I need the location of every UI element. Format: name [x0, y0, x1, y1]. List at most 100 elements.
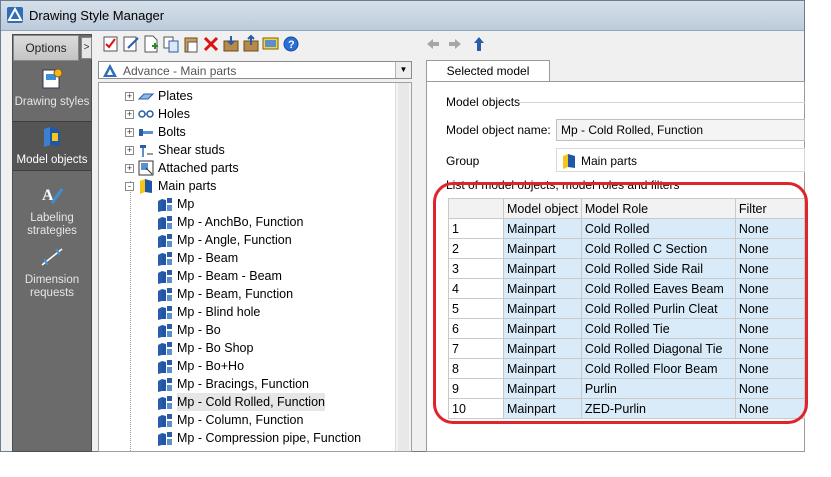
main-parts-icon — [140, 179, 152, 194]
model-part-icon — [158, 306, 172, 320]
tree-item-label: Mp - AnchBo, Function — [177, 215, 304, 229]
tree-item[interactable]: + Bolts — [125, 123, 399, 141]
group-value: Main parts — [581, 154, 638, 168]
model-part-icon — [158, 432, 172, 446]
copy-icon[interactable] — [162, 35, 180, 53]
tree-guide-line — [130, 181, 131, 451]
tree-item-label: Main parts — [158, 179, 217, 193]
shear-stud-icon — [140, 145, 153, 157]
tree-item-label: Mp - Bo Shop — [177, 341, 254, 355]
drawing-styles-icon — [42, 68, 63, 89]
tree-expander-icon[interactable]: + — [125, 92, 134, 101]
tree-item[interactable]: + Plates — [125, 87, 399, 105]
forward-arrow-icon[interactable] — [446, 35, 464, 53]
sidebar-item-model-objects[interactable]: Model objects — [13, 121, 91, 171]
window-title: Drawing Style Manager — [29, 8, 165, 23]
tree-item-label: Mp - Compression pipe, Function — [177, 431, 362, 445]
model-part-icon — [158, 324, 172, 338]
export-icon[interactable] — [242, 35, 260, 53]
group-field[interactable]: Main parts — [556, 148, 805, 172]
tree-item[interactable]: Mp - AnchBo, Function — [143, 213, 399, 231]
tree-item[interactable]: Mp - Beam — [143, 249, 399, 267]
tree-expander-icon[interactable]: - — [125, 182, 134, 191]
title-bar[interactable]: Drawing Style Manager — [1, 1, 804, 31]
model-part-icon — [158, 270, 172, 284]
sidebar-item-labeling-strategies[interactable]: A Labeling strategies — [13, 183, 91, 241]
tree-expander-icon[interactable]: + — [125, 110, 134, 119]
tree-item[interactable]: Mp - Blind hole — [143, 303, 399, 321]
group-divider — [518, 102, 805, 103]
tree-item-label: Mp - Bo — [177, 323, 221, 337]
model-objects-icon — [44, 127, 60, 147]
tree-item-label: Mp - Blind hole — [177, 305, 261, 319]
sidebar-item-drawing-styles[interactable]: Drawing styles — [13, 65, 91, 117]
options-button[interactable]: Options — [13, 35, 79, 61]
model-part-icon — [158, 252, 172, 266]
back-arrow-icon[interactable] — [424, 35, 442, 53]
tree-item[interactable]: Mp - Angle, Function — [143, 231, 399, 249]
tree-item-label: Mp - Column, Function — [177, 413, 304, 427]
tree-item-label: Mp - Bracings, Function — [177, 377, 309, 391]
tree-item[interactable]: Mp - Column, Function — [143, 411, 399, 429]
tree-item-label: Mp - Bo+Ho — [177, 359, 245, 373]
tree-item[interactable]: + Attached parts — [125, 159, 399, 177]
chevron-down-icon[interactable]: ▼ — [395, 62, 411, 78]
tree-item[interactable]: Mp - Bo+Ho — [143, 357, 399, 375]
tree-expander-icon[interactable]: + — [125, 164, 134, 173]
main-toolbar: ? — [96, 32, 416, 56]
drawing-style-select[interactable]: Advance - Main parts ▼ — [98, 61, 412, 79]
scrollbar-thumb[interactable] — [398, 83, 409, 451]
new-icon[interactable] — [142, 35, 160, 53]
check-icon[interactable] — [102, 35, 120, 53]
tree-item[interactable]: Mp - Beam - Beam — [143, 267, 399, 285]
tree-item-label: Attached parts — [158, 161, 239, 175]
paste-icon[interactable] — [182, 35, 200, 53]
options-expand-button[interactable]: > — [81, 37, 92, 59]
holes-icon — [138, 110, 154, 118]
tree-item-label: Mp — [177, 197, 195, 211]
delete-icon[interactable] — [202, 35, 220, 53]
group-label: Group — [446, 154, 480, 168]
tree-item[interactable]: Mp - Cold Rolled, Function — [143, 393, 399, 411]
group-title: Model objects — [446, 95, 521, 109]
tab-selected-model-objects[interactable]: Selected model objects — [426, 60, 550, 99]
drawing-style-select-value: Advance - Main parts — [123, 64, 237, 78]
plate-icon — [138, 93, 154, 100]
tree-expander-icon[interactable]: + — [125, 146, 134, 155]
tree-scrollbar[interactable] — [395, 83, 411, 451]
navigation-toolbar — [424, 32, 494, 56]
model-part-icon — [158, 414, 172, 428]
tree-item[interactable]: Mp - Bo — [143, 321, 399, 339]
up-arrow-icon[interactable] — [470, 35, 488, 53]
tree-item[interactable]: Mp - Beam, Function — [143, 285, 399, 303]
tree-item-label: Shear studs — [158, 143, 225, 157]
model-object-name-label: Model object name: — [446, 123, 551, 137]
model-part-icon — [158, 216, 172, 230]
sidebar-item-label: Model objects — [16, 154, 88, 166]
edit-icon[interactable] — [122, 35, 140, 53]
tree-item[interactable]: Mp - Bracings, Function — [143, 375, 399, 393]
tree-item[interactable]: - Main parts — [125, 177, 399, 195]
tree-item[interactable]: + Shear studs — [125, 141, 399, 159]
sidebar-item-label: Drawing styles — [14, 96, 90, 108]
dimension-requests-icon — [41, 248, 63, 266]
preview-icon[interactable] — [262, 35, 280, 53]
help-icon[interactable]: ? — [282, 35, 300, 53]
tree-item[interactable]: Mp — [143, 195, 399, 213]
tree-item[interactable]: Mp - Compression pipe, Function — [143, 429, 399, 447]
app-logo-icon — [7, 7, 23, 23]
model-object-name-field[interactable]: Mp - Cold Rolled, Function — [556, 119, 805, 141]
model-part-icon — [158, 342, 172, 356]
model-part-icon — [158, 360, 172, 374]
tree-expander-icon[interactable]: + — [125, 128, 134, 137]
highlight-annotation — [433, 182, 808, 424]
import-icon[interactable] — [222, 35, 240, 53]
labeling-strategies-icon: A — [42, 187, 64, 204]
model-part-icon — [158, 234, 172, 248]
tree-item[interactable]: + Holes — [125, 105, 399, 123]
tree-item[interactable]: Mp - Bo Shop — [143, 339, 399, 357]
tree-item-label: Mp - Beam, Function — [177, 287, 294, 301]
sidebar-item-dimension-requests[interactable]: Dimension requests — [13, 245, 91, 299]
category-sidebar: Options > Drawing styles Model objects A… — [12, 34, 92, 452]
tree-item-label: Mp - Beam - Beam — [177, 269, 282, 283]
